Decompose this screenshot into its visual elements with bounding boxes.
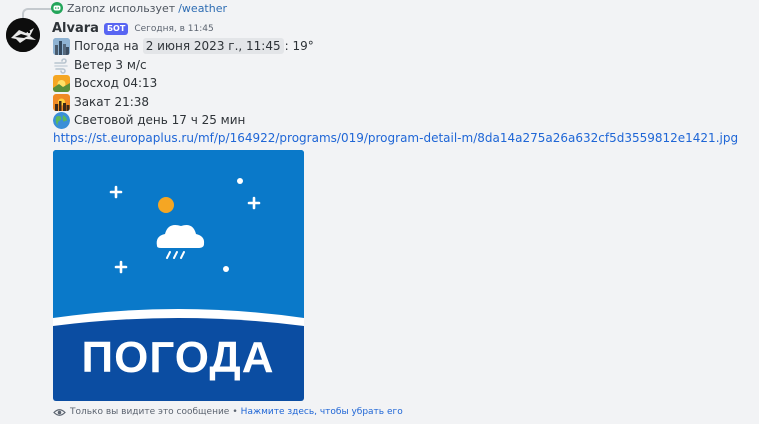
message-timestamp: Сегодня, в 11:45 xyxy=(134,23,214,34)
reply-command[interactable]: /weather xyxy=(178,2,227,15)
daylight-text: Световой день 17 ч 25 мин xyxy=(74,113,246,127)
globe-icon xyxy=(53,111,70,129)
reply-text: использует xyxy=(109,1,176,15)
avatar[interactable] xyxy=(6,18,40,52)
weather-image[interactable]: ПОГОДА xyxy=(53,150,304,401)
wind-line: Ветер 3 м/с xyxy=(53,56,147,74)
sunrise-text: Восход 04:13 xyxy=(74,76,158,90)
reply-user[interactable]: Zaronz xyxy=(67,2,105,15)
weather-date: 2 июня 2023 г., 11:45 xyxy=(142,38,284,54)
cityscape-icon xyxy=(53,37,70,55)
bot-badge: БОТ xyxy=(103,22,129,35)
wind-text: Ветер 3 м/с xyxy=(74,58,147,72)
reply-context[interactable]: Zaronz использует /weather xyxy=(51,1,227,15)
ephemeral-notice: Только вы видите это сообщение xyxy=(70,407,230,417)
username[interactable]: Alvara xyxy=(52,21,99,36)
weather-prefix: Погода на xyxy=(74,39,139,53)
image-link[interactable]: https://st.europaplus.ru/mf/p/164922/pro… xyxy=(53,131,738,145)
sunset-line: Закат 21:38 xyxy=(53,93,149,111)
eye-icon xyxy=(53,408,66,417)
message-header: Alvara БОТ Сегодня, в 11:45 xyxy=(52,21,214,36)
dismiss-message-link[interactable]: Нажмите здесь, чтобы убрать его xyxy=(241,407,403,417)
weather-line: Погода на 2 июня 2023 г., 11:45 : 19° xyxy=(53,37,314,55)
daylight-line: Световой день 17 ч 25 мин xyxy=(53,111,245,129)
discord-icon xyxy=(51,2,63,14)
sunrise-icon xyxy=(53,74,70,92)
sunset-text: Закат 21:38 xyxy=(74,95,150,109)
temperature: : 19° xyxy=(284,39,314,53)
image-title: ПОГОДА xyxy=(82,333,275,382)
ephemeral-footer: Только вы видите это сообщение • Нажмите… xyxy=(53,407,403,417)
sunset-icon xyxy=(53,93,70,111)
wind-icon xyxy=(53,57,70,74)
sunrise-line: Восход 04:13 xyxy=(53,74,157,92)
footer-separator: • xyxy=(232,407,238,417)
